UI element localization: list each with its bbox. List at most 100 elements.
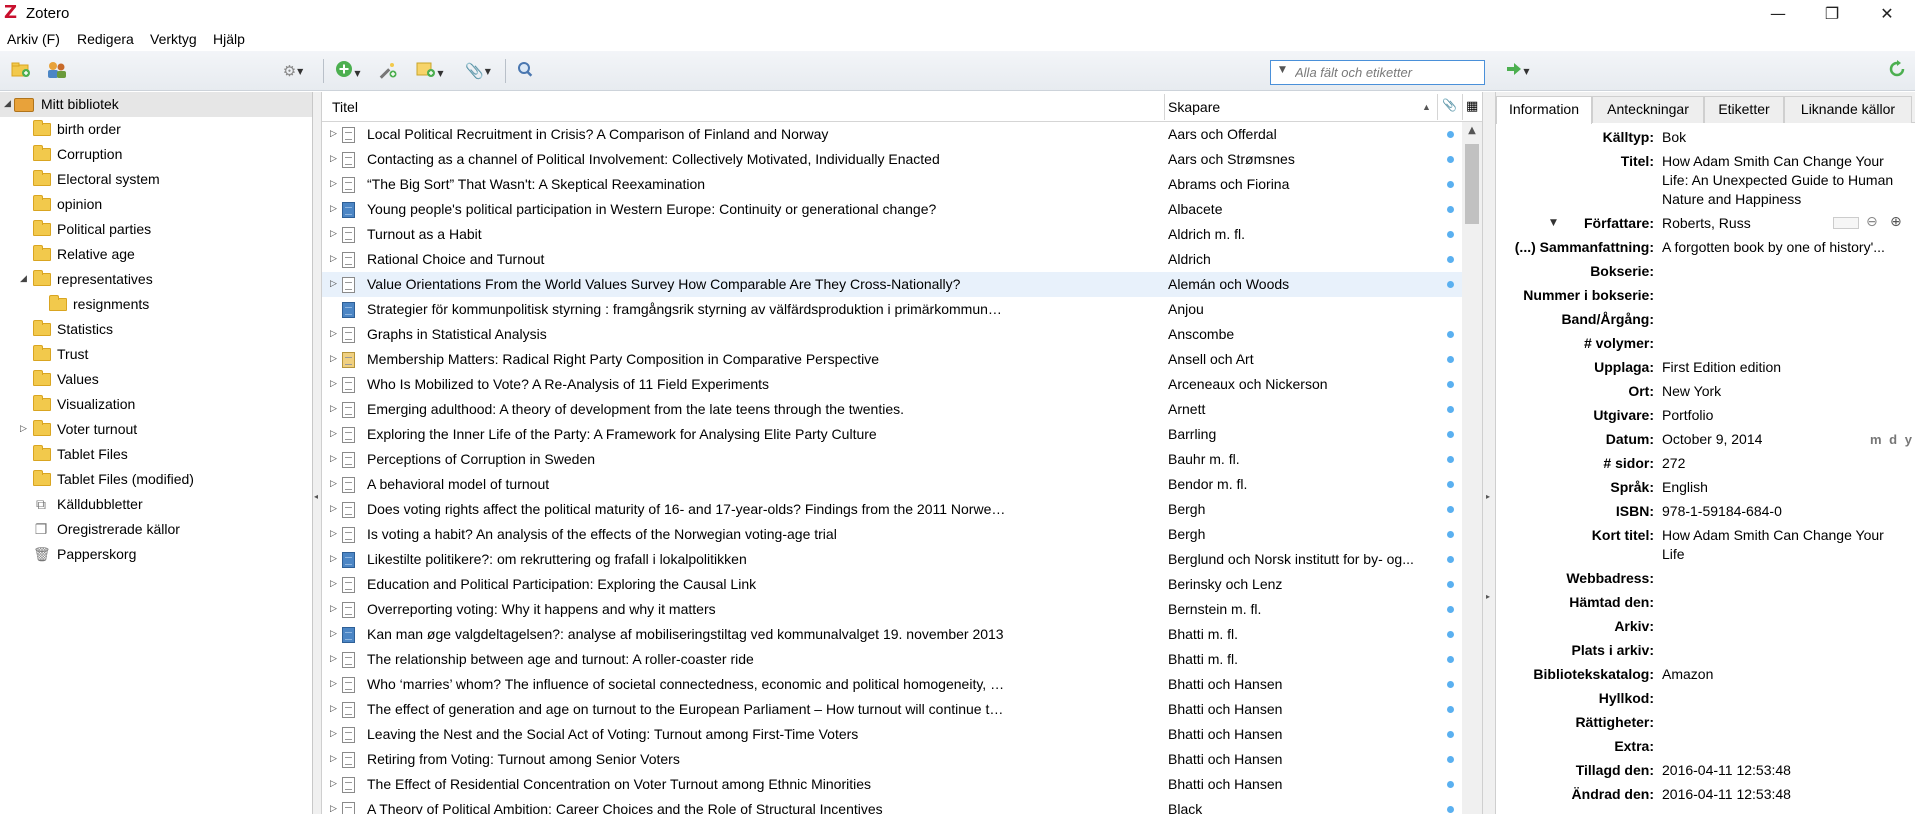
search-input[interactable] bbox=[1295, 63, 1480, 82]
table-row[interactable]: ▷ The effect of generation and age on tur… bbox=[322, 697, 1462, 722]
maximize-button[interactable]: ❐ bbox=[1809, 0, 1855, 27]
table-row[interactable]: ▷ “The Big Sort” That Wasn't: A Skeptical… bbox=[322, 172, 1462, 197]
locate-button[interactable]: ▼ bbox=[1500, 60, 1536, 82]
table-row[interactable]: Strategier för kommunpolitisk styrning :… bbox=[322, 297, 1462, 322]
right-splitter[interactable]: ▸ ▸ bbox=[1482, 92, 1496, 814]
expand-item-icon[interactable]: ▷ bbox=[330, 547, 337, 572]
expand-item-icon[interactable]: ▷ bbox=[330, 197, 337, 222]
column-divider[interactable] bbox=[1164, 94, 1165, 120]
field-value[interactable]: How Adam Smith Can Change Your Life bbox=[1662, 526, 1907, 564]
tab-related[interactable]: Liknande källor bbox=[1784, 96, 1912, 123]
collection-item[interactable]: ◢ representatives bbox=[0, 267, 312, 292]
sync-button[interactable] bbox=[1884, 60, 1910, 82]
menu-arkiv[interactable]: Arkiv (F) bbox=[7, 31, 60, 47]
tab-tags[interactable]: Etiketter bbox=[1704, 96, 1784, 123]
field-value[interactable]: Roberts, Russ bbox=[1662, 214, 1862, 233]
expand-item-icon[interactable]: ▷ bbox=[330, 672, 337, 697]
actions-button[interactable]: ⚙▼ bbox=[275, 60, 311, 82]
expand-item-icon[interactable]: ▷ bbox=[330, 797, 337, 814]
expand-item-icon[interactable]: ▷ bbox=[330, 647, 337, 672]
scrollbar-thumb[interactable] bbox=[1465, 144, 1479, 224]
menu-verktyg[interactable]: Verktyg bbox=[150, 31, 197, 47]
table-row[interactable]: ▷ The Effect of Residential Concentration… bbox=[322, 772, 1462, 797]
items-scrollbar[interactable]: ▲ bbox=[1462, 122, 1482, 814]
table-row[interactable]: ▷ Emerging adulthood: A theory of develop… bbox=[322, 397, 1462, 422]
collapsed-twisty-icon[interactable]: ▷ bbox=[20, 417, 27, 442]
expand-item-icon[interactable]: ▷ bbox=[330, 222, 337, 247]
expand-item-icon[interactable]: ▷ bbox=[330, 447, 337, 472]
collection-item[interactable]: Trust bbox=[0, 342, 312, 367]
expand-item-icon[interactable]: ▷ bbox=[330, 747, 337, 772]
table-row[interactable]: ▷ Contacting as a channel of Political In… bbox=[322, 147, 1462, 172]
table-row[interactable]: ▷ Turnout as a Habit Aldrich m. fl. bbox=[322, 222, 1462, 247]
table-row[interactable]: ▷ Value Orientations From the World Value… bbox=[322, 272, 1462, 297]
expand-item-icon[interactable]: ▷ bbox=[330, 347, 337, 372]
field-value[interactable]: How Adam Smith Can Change Your Life: An … bbox=[1662, 152, 1907, 209]
expand-item-icon[interactable]: ▷ bbox=[330, 272, 337, 297]
column-creator-header[interactable]: Skapare bbox=[1168, 99, 1220, 115]
collapse-left-icon[interactable]: ◂ bbox=[314, 492, 318, 501]
menu-redigera[interactable]: Redigera bbox=[77, 31, 134, 47]
table-row[interactable]: ▷ Membership Matters: Radical Right Party… bbox=[322, 347, 1462, 372]
new-group-button[interactable] bbox=[44, 60, 70, 82]
add-author-icon[interactable]: ⊕ bbox=[1890, 213, 1902, 232]
expand-item-icon[interactable]: ▷ bbox=[330, 697, 337, 722]
field-value[interactable]: 2016-04-11 12:53:48 bbox=[1662, 785, 1907, 804]
expand-item-icon[interactable]: ▷ bbox=[330, 247, 337, 272]
add-attachment-button[interactable]: 📎▼ bbox=[460, 60, 496, 82]
expand-item-icon[interactable]: ▷ bbox=[330, 772, 337, 797]
expand-item-icon[interactable]: ▷ bbox=[330, 597, 337, 622]
table-row[interactable]: ▷ Retiring from Voting: Turnout among Sen… bbox=[322, 747, 1462, 772]
collapse-right-icon[interactable]: ▸ bbox=[1486, 592, 1490, 601]
new-collection-button[interactable] bbox=[8, 60, 34, 82]
table-row[interactable]: ▷ Likestilte politikere?: om rekruttering… bbox=[322, 547, 1462, 572]
collection-item[interactable]: Relative age bbox=[0, 242, 312, 267]
collection-item[interactable]: birth order bbox=[0, 117, 312, 142]
new-item-button[interactable]: ▼ bbox=[330, 60, 366, 82]
table-row[interactable]: ▷ Is voting a habit? An analysis of the e… bbox=[322, 522, 1462, 547]
collection-item[interactable]: Political parties bbox=[0, 217, 312, 242]
collection-item[interactable]: ▷ Voter turnout bbox=[0, 417, 312, 442]
field-value[interactable]: English bbox=[1662, 478, 1907, 497]
expand-item-icon[interactable]: ▷ bbox=[330, 322, 337, 347]
table-row[interactable]: ▷ Overreporting voting: Why it happens an… bbox=[322, 597, 1462, 622]
collection-item[interactable]: Corruption bbox=[0, 142, 312, 167]
collection-item[interactable]: ❐ Oregistrerade källor bbox=[0, 517, 312, 542]
column-divider[interactable] bbox=[1462, 94, 1463, 120]
scroll-up-icon[interactable]: ▲ bbox=[1462, 122, 1482, 140]
expanded-twisty-icon[interactable]: ◢ bbox=[4, 92, 11, 117]
table-row[interactable]: ▷ Leaving the Nest and the Social Act of … bbox=[322, 722, 1462, 747]
expand-item-icon[interactable]: ▷ bbox=[330, 372, 337, 397]
left-splitter[interactable]: ◂ bbox=[313, 92, 322, 814]
field-value[interactable]: 978-1-59184-684-0 bbox=[1662, 502, 1907, 521]
expand-item-icon[interactable]: ▷ bbox=[330, 147, 337, 172]
expand-item-icon[interactable]: ▷ bbox=[330, 422, 337, 447]
table-row[interactable]: ▷ Local Political Recruitment in Crisis? … bbox=[322, 122, 1462, 147]
minimize-button[interactable]: — bbox=[1755, 0, 1801, 27]
field-value[interactable]: 2016-04-11 12:53:48 bbox=[1662, 761, 1907, 780]
attachment-column-icon[interactable]: 📎 bbox=[1442, 98, 1457, 112]
field-value[interactable]: A forgotten book by one of history'... bbox=[1662, 238, 1907, 257]
table-row[interactable]: ▷ A Theory of Political Ambition: Career … bbox=[322, 797, 1462, 814]
collection-item[interactable]: opinion bbox=[0, 192, 312, 217]
library-my-library[interactable]: ◢ Mitt bibliotek bbox=[0, 92, 312, 117]
table-row[interactable]: ▷ Education and Political Participation: … bbox=[322, 572, 1462, 597]
expand-item-icon[interactable]: ▷ bbox=[330, 122, 337, 147]
collection-item[interactable]: Statistics bbox=[0, 317, 312, 342]
column-divider[interactable] bbox=[1437, 94, 1438, 120]
field-value[interactable]: Portfolio bbox=[1662, 406, 1907, 425]
expand-item-icon[interactable]: ▷ bbox=[330, 497, 337, 522]
expand-item-icon[interactable]: ▷ bbox=[330, 172, 337, 197]
field-value[interactable]: 272 bbox=[1662, 454, 1907, 473]
collection-item[interactable]: Values bbox=[0, 367, 312, 392]
expand-item-icon[interactable]: ▷ bbox=[330, 397, 337, 422]
table-row[interactable]: ▷ Does voting rights affect the political… bbox=[322, 497, 1462, 522]
table-row[interactable]: ▷ Exploring the Inner Life of the Party: … bbox=[322, 422, 1462, 447]
expand-item-icon[interactable]: ▷ bbox=[330, 622, 337, 647]
table-row[interactable]: ▷ Who Is Mobilized to Vote? A Re-Analysis… bbox=[322, 372, 1462, 397]
table-row[interactable]: ▷ Perceptions of Corruption in Sweden Bauh… bbox=[322, 447, 1462, 472]
name-swap-button[interactable] bbox=[1833, 217, 1859, 229]
table-row[interactable]: ▷ Graphs in Statistical Analysis Anscombe bbox=[322, 322, 1462, 347]
collection-item[interactable]: Visualization bbox=[0, 392, 312, 417]
add-by-identifier-button[interactable] bbox=[374, 60, 400, 82]
